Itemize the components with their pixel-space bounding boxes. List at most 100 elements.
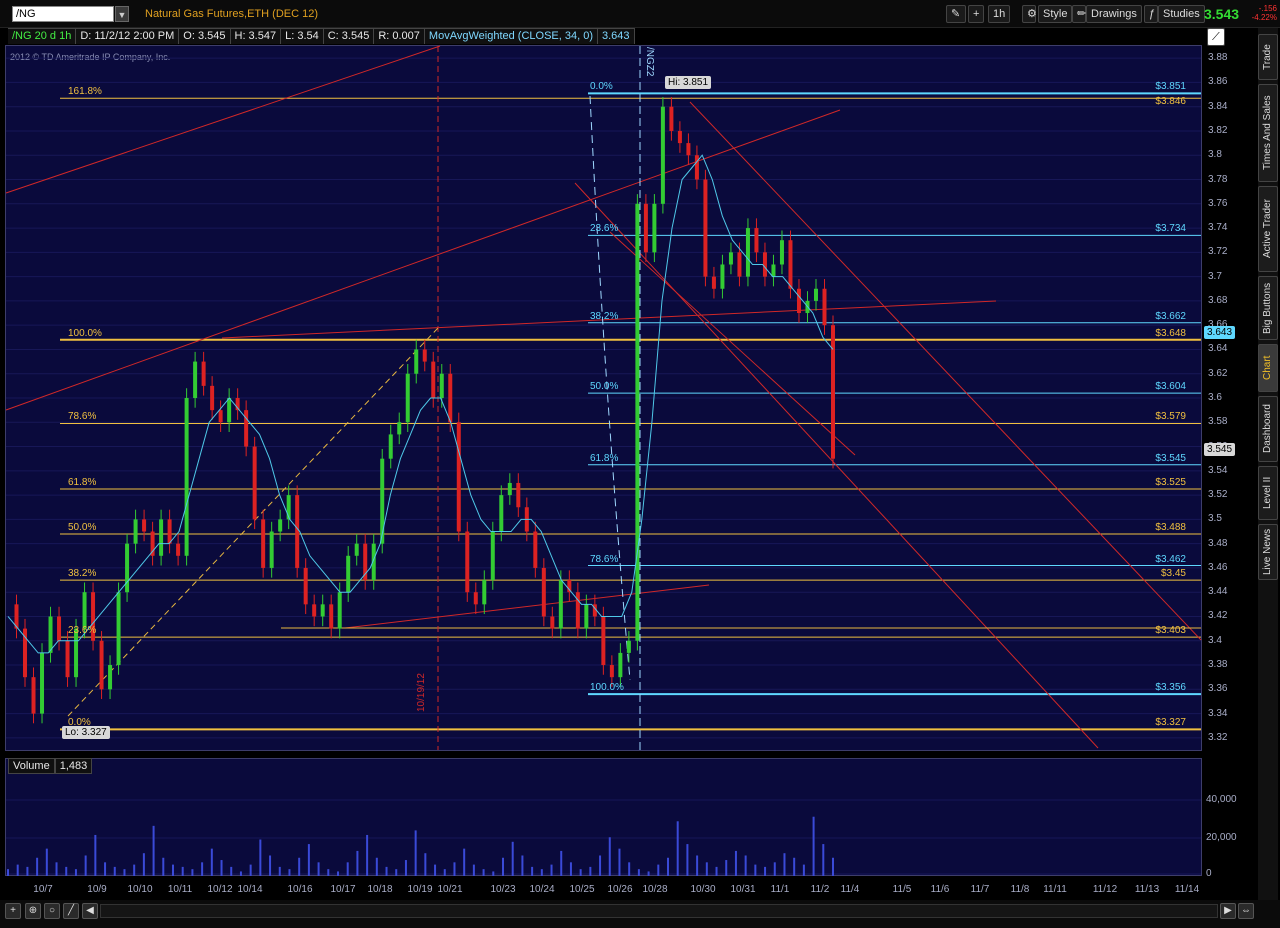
tab-active-trader[interactable]: Active Trader — [1258, 186, 1278, 272]
tab-big-buttons[interactable]: Big Buttons — [1258, 276, 1278, 340]
price-bar — [31, 677, 36, 714]
bottom-toolbar: + ⊕ ○ ╱ ◀ ▶ ⇔ — [0, 900, 1280, 928]
tab-trade[interactable]: Trade — [1258, 34, 1278, 80]
price-bar — [618, 652, 623, 678]
fib-extra-price-label: $3.846 — [1155, 96, 1186, 108]
fib-left-percent-label: 38.2% — [68, 568, 97, 580]
chart-canvas[interactable] — [0, 0, 1280, 928]
volume-bar — [404, 860, 407, 876]
price-tick-label: 3.52 — [1208, 489, 1228, 501]
price-bar — [737, 252, 742, 277]
price-bar — [499, 495, 504, 532]
price-tick-label: 3.38 — [1208, 659, 1228, 671]
price-bar — [626, 640, 631, 653]
fib-left-price-label: $3.579 — [1155, 411, 1186, 423]
price-tick-label: 3.46 — [1208, 561, 1228, 573]
fib-right-price-label: $3.662 — [1155, 310, 1186, 322]
volume-bar — [259, 839, 262, 876]
time-tick-label: 11/11 — [1043, 884, 1067, 895]
volume-bar — [754, 864, 757, 876]
price-bar — [703, 179, 708, 277]
price-bar — [643, 203, 648, 253]
price-bar — [516, 482, 521, 508]
volume-bar — [793, 857, 796, 876]
price-bar — [48, 616, 53, 653]
right-sidebar-tabs: Trade Times And Sales Active Trader Big But… — [1258, 28, 1278, 900]
fib-left-price-label: $3.45 — [1160, 568, 1186, 580]
price-bar — [431, 361, 436, 398]
time-tick-label: 10/25 — [569, 884, 595, 895]
volume-bar — [618, 848, 621, 876]
volume-bar — [307, 844, 310, 876]
fib-right-percent-label: 0.0% — [590, 81, 613, 93]
tab-chart[interactable]: Chart — [1258, 344, 1278, 392]
volume-bar — [521, 855, 524, 876]
price-bar — [779, 240, 784, 265]
volume-bar — [65, 866, 68, 876]
price-bar — [329, 604, 334, 629]
magnifier-icon[interactable]: ⊕ — [25, 903, 41, 919]
price-bar — [218, 410, 223, 423]
zoom-in-icon[interactable]: + — [5, 903, 21, 919]
volume-bar — [589, 866, 592, 876]
draw-line-icon[interactable]: ╱ — [63, 903, 79, 919]
volume-bar — [647, 871, 650, 876]
volume-bar — [346, 862, 349, 876]
tab-live-news[interactable]: Live News — [1258, 524, 1278, 580]
fib-left-percent-label: 61.8% — [68, 477, 97, 489]
volume-bar — [424, 853, 427, 876]
price-bar — [490, 531, 495, 581]
price-bar — [354, 543, 359, 556]
volume-bar — [152, 825, 155, 876]
volume-bar — [84, 855, 87, 876]
price-tick-label: 3.68 — [1208, 294, 1228, 306]
moving-average-badge: 3.643 — [1204, 326, 1236, 339]
price-bar — [150, 531, 155, 556]
time-tick-label: 10/17 — [330, 884, 356, 895]
price-bar — [278, 519, 283, 532]
tab-times-and-sales[interactable]: Times And Sales — [1258, 84, 1278, 182]
price-bar — [201, 361, 206, 386]
zoom-out-icon[interactable]: ○ — [44, 903, 60, 919]
tab-dashboard[interactable]: Dashboard — [1258, 396, 1278, 462]
volume-bar — [482, 869, 485, 876]
price-bar — [720, 264, 725, 289]
price-bar — [244, 410, 249, 447]
scrollbar[interactable] — [100, 904, 1218, 918]
time-tick-label: 10/31 — [730, 884, 756, 895]
price-bar — [133, 519, 138, 544]
time-tick-label: 10/21 — [437, 884, 463, 895]
price-tick-label: 3.78 — [1208, 173, 1228, 185]
volume-bar — [220, 860, 223, 876]
price-tick-label: 3.58 — [1208, 416, 1228, 428]
price-bar — [822, 288, 827, 326]
scroll-right-icon[interactable]: ▶ — [1220, 903, 1236, 919]
fib-right-price-label: $3.851 — [1155, 81, 1186, 93]
time-tick-label: 11/5 — [892, 884, 912, 895]
price-bar — [558, 580, 563, 629]
volume-bar — [802, 864, 805, 876]
volume-bar — [55, 862, 58, 876]
trendline — [5, 45, 441, 194]
volume-bar — [812, 816, 815, 876]
volume-bar — [540, 869, 543, 876]
volume-bar — [637, 869, 640, 876]
current-price-badge: 3.545 — [1204, 443, 1236, 456]
trendline — [344, 584, 710, 629]
price-bar — [380, 458, 385, 544]
scroll-left-icon[interactable]: ◀ — [82, 903, 98, 919]
price-tick-label: 3.82 — [1208, 124, 1228, 136]
price-bar — [65, 640, 70, 678]
price-bar — [771, 264, 776, 277]
time-tick-label: 10/19 — [407, 884, 433, 895]
expand-icon[interactable]: ⇔ — [1238, 903, 1254, 919]
tab-level-ii[interactable]: Level II — [1258, 466, 1278, 520]
volume-bar — [74, 869, 77, 876]
price-bar — [652, 203, 657, 253]
time-tick-label: 11/13 — [1134, 884, 1160, 895]
price-bar — [125, 543, 130, 593]
volume-bar — [744, 855, 747, 876]
price-bar — [388, 434, 393, 459]
price-tick-label: 3.84 — [1208, 100, 1228, 112]
time-tick-label: 10/18 — [367, 884, 393, 895]
